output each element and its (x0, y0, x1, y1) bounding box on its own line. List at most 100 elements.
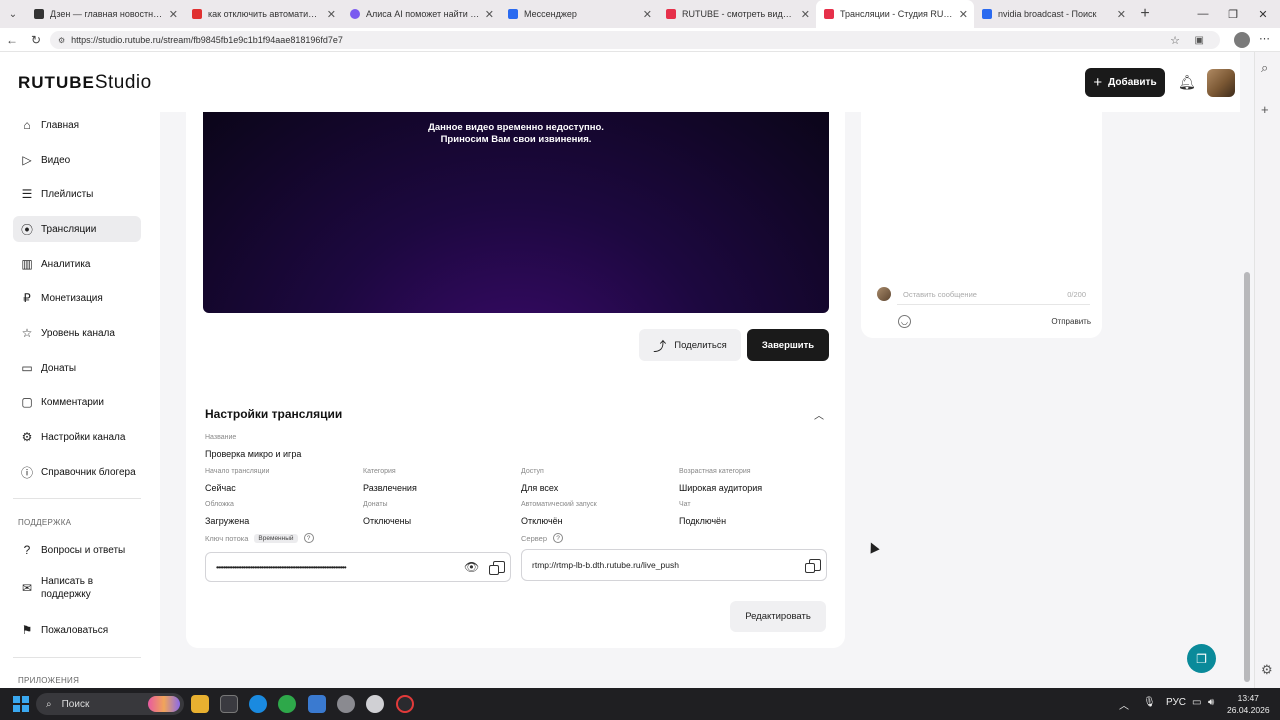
obs-icon[interactable] (396, 695, 414, 713)
sidebar-item-broadcasts[interactable]: ⦿ Трансляции (13, 216, 141, 242)
browser-tab-active[interactable]: Трансляции - Студия RUTUBE✕ (816, 0, 974, 28)
stream-key-field[interactable]: ••••••••••••••••••••••••••••••••••••••••… (205, 552, 511, 582)
sidebar-item-comments[interactable]: ▢ Комментарии (13, 389, 141, 415)
file-explorer-icon[interactable] (191, 695, 209, 713)
chevron-up-icon[interactable]: ︿ (814, 407, 824, 422)
video-player[interactable]: Данное видео временно недоступно. Принос… (203, 112, 829, 313)
minimize-icon[interactable]: — (1188, 0, 1218, 28)
sidebar-item-donations[interactable]: ▭ Донаты (13, 355, 141, 381)
microphone-icon[interactable]: 🎙︎ (1143, 697, 1156, 708)
notifications-bell-icon[interactable]: 🔔︎ (1178, 74, 1196, 91)
field-category: Категория Развлечения (363, 468, 417, 493)
tab-favicon-icon (192, 9, 202, 19)
taskbar-search[interactable]: ⌕ Поиск (36, 693, 184, 715)
help-icon[interactable]: ? (303, 533, 314, 543)
settings-app-icon[interactable] (337, 695, 355, 713)
network-icon[interactable]: ▭ (1192, 697, 1201, 708)
star-icon: ☆ (21, 326, 33, 340)
bookmark-star-icon[interactable]: ☆ (1170, 34, 1180, 47)
copy-icon[interactable] (489, 561, 505, 575)
edge-browser-icon[interactable] (249, 695, 267, 713)
close-icon[interactable]: ✕ (169, 8, 178, 21)
taskbar-clock[interactable]: 13:47 26.04.2026 (1227, 692, 1270, 716)
tab-list-icon[interactable]: ⌄ (0, 0, 26, 28)
mouse-cursor-icon (866, 540, 880, 554)
support-chat-icon[interactable]: ❐ (1187, 644, 1216, 673)
sidebar-item-report[interactable]: ⚑ Пожаловаться (13, 617, 141, 643)
browser-tab[interactable]: RUTUBE - смотреть видео онлайн✕ (658, 0, 816, 28)
browser-tab[interactable]: Дзен — главная новостная инф✕ (26, 0, 184, 28)
search-icon: ⌕ (46, 698, 52, 710)
home-icon: ⌂ (23, 118, 31, 132)
close-icon[interactable]: ✕ (327, 8, 336, 21)
sidebar-item-faq[interactable]: ? Вопросы и ответы (13, 537, 141, 563)
browser-tab[interactable]: nvidia broadcast - Поиск ✕ (974, 0, 1132, 28)
browser-profile-avatar[interactable] (1234, 32, 1250, 48)
close-icon[interactable]: ✕ (801, 8, 810, 21)
chat-message-input[interactable]: Оставить сообщение 0/200 (897, 285, 1090, 305)
apps-section-title: ПРИЛОЖЕНИЯ (18, 676, 80, 685)
close-icon[interactable]: ✕ (959, 8, 968, 21)
question-icon: ? (23, 543, 31, 557)
volume-icon[interactable]: 🔊︎ (1208, 697, 1214, 708)
server-label: Сервер ? (521, 533, 564, 543)
add-button[interactable]: + Добавить (1085, 68, 1165, 97)
field-start: Начало трансляции Сейчас (205, 468, 270, 493)
store-icon[interactable] (220, 695, 238, 713)
restore-icon[interactable]: ❐ (1218, 0, 1248, 28)
sidebar-item-write-support[interactable]: ✉ Написать в поддержку (13, 571, 141, 605)
video-unavailable-message: Данное видео временно недоступно. Принос… (428, 122, 604, 145)
edit-button[interactable]: Редактировать (730, 601, 826, 632)
server-url-field[interactable]: rtmp://rtmp-lb-b.dth.rutube.ru/live_push (521, 549, 827, 581)
copy-icon[interactable] (805, 559, 821, 573)
browser-tab[interactable]: как отключить автоматическое✕ (184, 0, 342, 28)
share-button[interactable]: ⤴ Поделиться (639, 329, 741, 361)
reload-icon[interactable]: ↻ (24, 28, 48, 52)
sidebar-item-channel-settings[interactable]: ⚙ Настройки канала (13, 424, 141, 450)
browser-tab[interactable]: Алиса AI поможет найти ответ✕ (342, 0, 500, 28)
extensions-icon[interactable]: ▣ (1195, 35, 1204, 46)
app-icon[interactable] (366, 695, 384, 713)
add-icon[interactable]: + (1261, 102, 1269, 117)
window-close-icon[interactable]: ✕ (1248, 0, 1278, 28)
sidebar-item-blogger-guide[interactable]: ⓘ Справочник блогера (13, 459, 141, 485)
site-info-icon[interactable]: ⚙ (58, 36, 65, 45)
new-tab-icon[interactable]: + (1132, 0, 1158, 28)
rutube-studio-logo[interactable]: RUTUBEStudio (18, 72, 152, 94)
user-avatar[interactable] (1207, 69, 1235, 97)
sidebar-item-channel-level[interactable]: ☆ Уровень канала (13, 320, 141, 346)
sidebar-item-home[interactable]: ⌂ Главная (13, 112, 141, 138)
sidebar-item-playlists[interactable]: ☰ Плейлисты (13, 181, 141, 207)
tray-chevron-up-icon[interactable]: ︿ (1119, 697, 1129, 712)
show-key-eye-icon[interactable]: 👁︎ (464, 560, 479, 574)
plus-icon: + (1093, 74, 1103, 91)
close-icon[interactable]: ✕ (643, 8, 652, 21)
close-icon[interactable]: ✕ (485, 8, 494, 21)
close-icon[interactable]: ✕ (1117, 8, 1126, 21)
support-section-title: ПОДДЕРЖКА (18, 518, 72, 527)
field-autostart: Автоматический запуск Отключён (521, 501, 597, 526)
sidebar-item-monetization[interactable]: ₽ Монетизация (13, 285, 141, 311)
page-scrollbar[interactable] (1240, 52, 1254, 688)
sidebar-item-video[interactable]: ▷ Видео (13, 147, 141, 173)
settings-gear-icon[interactable]: ⚙ (1261, 662, 1273, 678)
browser-tab[interactable]: Мессенджер ✕ (500, 0, 658, 28)
chat-char-counter: 0/200 (1067, 290, 1086, 299)
back-icon[interactable]: ← (0, 28, 24, 52)
windows-start-icon[interactable] (13, 696, 29, 712)
help-icon[interactable]: ? (553, 533, 564, 543)
search-highlight-image (148, 696, 180, 712)
taskbar-language[interactable]: РУС (1166, 697, 1186, 708)
more-menu-icon[interactable]: ⋯ (1259, 32, 1270, 45)
emoji-icon[interactable]: ◡ (898, 315, 911, 328)
xbox-icon[interactable] (278, 695, 296, 713)
search-icon[interactable]: ⌕ (1261, 60, 1268, 76)
finish-stream-button[interactable]: Завершить (747, 329, 829, 361)
url-field[interactable]: ⚙ https://studio.rutube.ru/stream/fb9845… (50, 31, 1220, 49)
scrollbar-thumb[interactable] (1244, 272, 1250, 682)
remote-desktop-icon[interactable] (308, 695, 326, 713)
tab-favicon-icon (34, 9, 44, 19)
sidebar-item-analytics[interactable]: ▥ Аналитика (13, 251, 141, 277)
chat-send-button[interactable]: Отправить (1051, 317, 1091, 326)
analytics-icon: ▥ (21, 257, 33, 271)
